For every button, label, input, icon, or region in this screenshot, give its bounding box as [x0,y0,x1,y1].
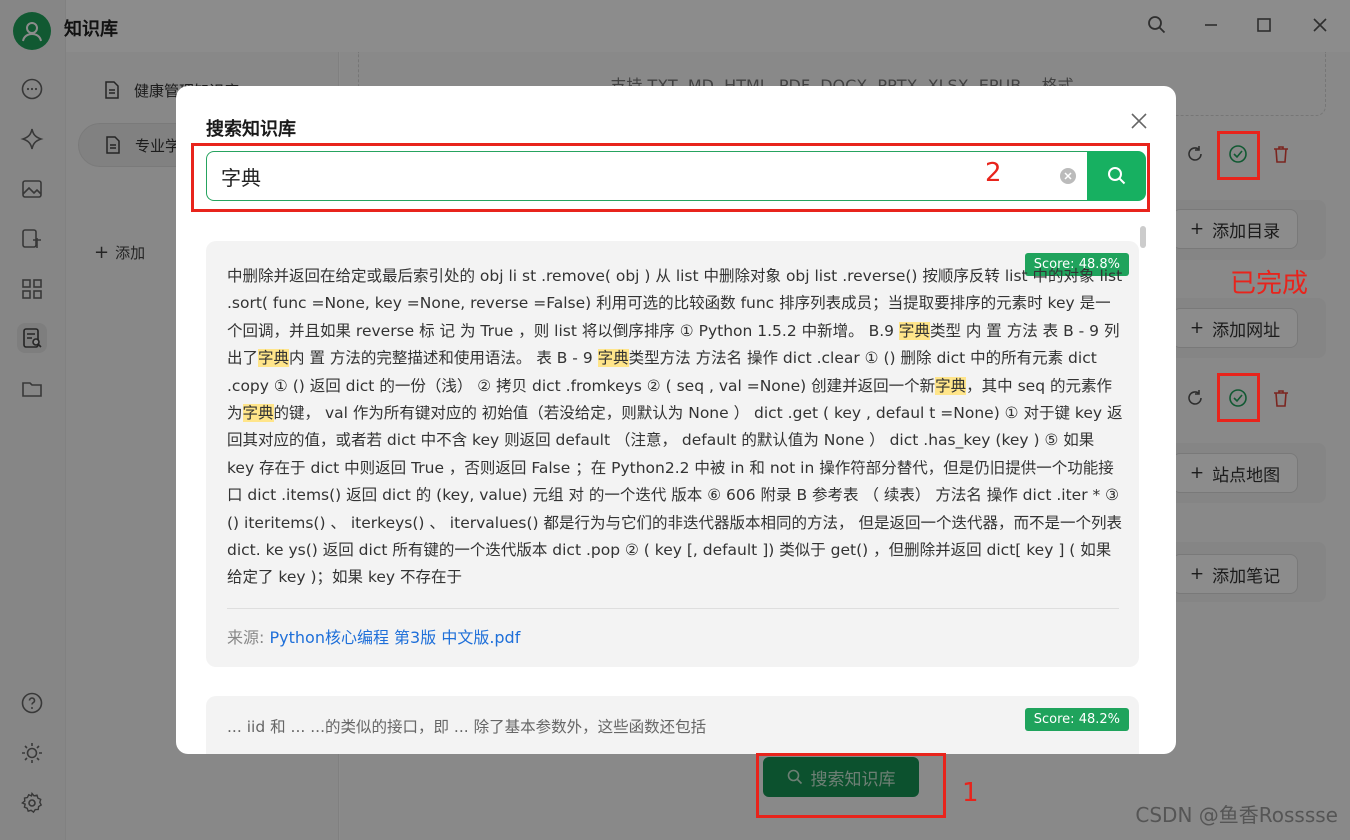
result-snippet: ... iid 和 ... ...的类似的接口，即 ... 除了基本参数外，这些… [227,718,707,736]
result-card: Score: 48.2% ... iid 和 ... ...的类似的接口，即 .… [206,696,1139,754]
result-snippet: 中删除并返回在给定或最后索引处的 obj li st .remove( obj … [227,267,1123,587]
result-card: Score: 48.8% 中删除并返回在给定或最后索引处的 obj li st … [206,241,1139,667]
source-label: 来源: [227,628,265,647]
source-file-link[interactable]: Python核心编程 第3版 中文版.pdf [270,628,521,647]
annotation-box-check [1217,131,1260,180]
result-source: 来源: Python核心编程 第3版 中文版.pdf [227,624,520,648]
annotation-box-check [1217,373,1260,422]
annotation-done: 已完成 [1230,269,1309,299]
results-scrollbar[interactable] [1140,226,1146,248]
divider [227,608,1119,609]
annotation-box-search-button [756,753,946,818]
annotation-step-2: 2 [985,158,1002,188]
dialog-title: 搜索知识库 [206,119,296,140]
annotation-step-1: 1 [962,778,979,808]
close-icon[interactable] [1128,110,1150,132]
annotation-box-search [191,143,1150,212]
watermark: CSDN @鱼香Rosssse [1135,803,1338,827]
search-results[interactable]: Score: 48.8% 中删除并返回在给定或最后索引处的 obj li st … [206,226,1142,754]
